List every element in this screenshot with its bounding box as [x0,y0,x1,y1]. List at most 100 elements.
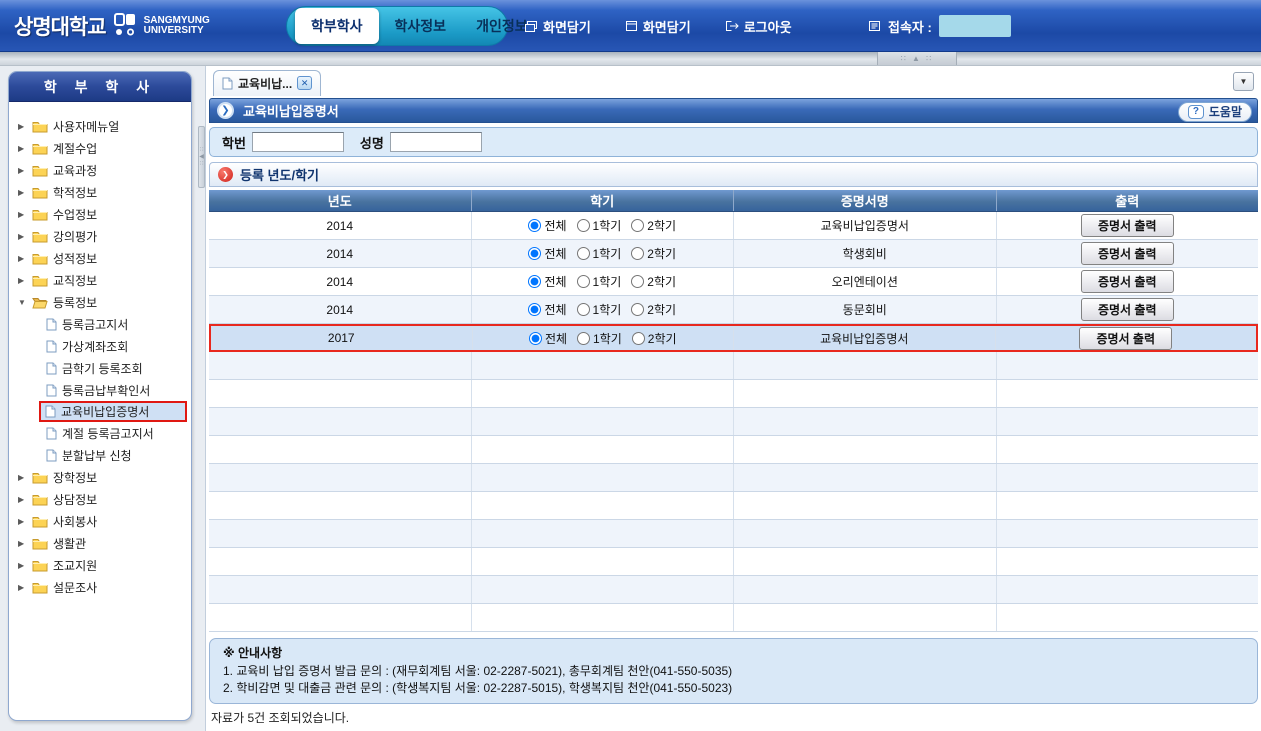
radio-sem1[interactable] [577,275,590,288]
tab-undergrad-affairs[interactable]: 학부학사 [295,8,379,44]
sidebar-item-label: 성적정보 [53,250,97,267]
university-name-en-line2: UNIVERSITY [144,26,210,36]
name-input[interactable] [390,132,482,152]
empty-cell [997,520,1259,547]
close-screen-button-1[interactable]: 화면담기 [524,17,591,36]
help-label: 도움말 [1209,103,1242,120]
sidebar-item-ta-support[interactable]: ▶ 조교지원 [18,554,187,576]
print-certificate-button[interactable]: 증명서 출력 [1079,327,1172,350]
empty-cell [209,408,472,435]
menu-installment-application[interactable]: 분할납부 신청 [42,444,187,466]
radio-all-label: 전체 [544,273,566,290]
radio-all[interactable] [528,303,541,316]
sidebar-item-lecture-eval[interactable]: ▶ 강의평가 [18,225,187,247]
sidebar-splitter[interactable]: ∷ ◀ ∷ [198,66,205,731]
print-certificate-button[interactable]: 증명서 출력 [1081,214,1174,237]
sidebar-item-survey[interactable]: ▶ 설문조사 [18,576,187,598]
tab-list-dropdown-button[interactable]: ▼ [1233,72,1254,91]
print-certificate-button[interactable]: 증명서 출력 [1081,242,1174,265]
splitter-handle[interactable]: ∷ ◀ ∷ [198,126,205,188]
menu-virtual-account[interactable]: 가상계좌조회 [42,335,187,357]
radio-all-label: 전체 [544,217,566,234]
sidebar-item-registration-info[interactable]: ▼ 등록정보 [18,291,187,313]
print-cell: 증명서 출력 [997,212,1259,239]
tree-collapsed-icon: ▶ [18,210,27,219]
tree-collapsed-icon: ▶ [18,561,27,570]
radio-sem1[interactable] [577,247,590,260]
radio-sem2[interactable] [632,332,645,345]
sidebar-item-course-info[interactable]: ▶ 수업정보 [18,203,187,225]
sidebar-item-volunteer[interactable]: ▶ 사회봉사 [18,510,187,532]
sidebar-item-scholarship[interactable]: ▶ 장학정보 [18,466,187,488]
chevron-circle-icon: ❯ [217,102,234,119]
radio-sem1[interactable] [577,303,590,316]
sidebar-item-dormitory[interactable]: ▶ 생활관 [18,532,187,554]
table-row-empty [209,604,1258,632]
radio-all[interactable] [529,332,542,345]
sidebar-item-curriculum[interactable]: ▶ 교육과정 [18,159,187,181]
table-row-selected[interactable]: 2017 전체 1학기 2학기 교육비납입증명서 증명서 출력 [209,324,1258,352]
banner-collapse-handle[interactable]: ∷ ▲ ∷ [877,52,957,65]
connected-user-label: 접속자 : [888,17,932,36]
sidebar-item-seasonal-class[interactable]: ▶ 계절수업 [18,137,187,159]
radio-sem1-label: 1학기 [593,273,622,290]
sidebar-item-label: 교육과정 [53,162,97,179]
radio-all[interactable] [528,219,541,232]
menu-education-payment-certificate[interactable]: 교육비납입증명서 [39,401,187,422]
logout-button[interactable]: 로그아웃 [725,17,792,36]
folder-icon [32,537,48,550]
sidebar-item-teaching-cert[interactable]: ▶ 교직정보 [18,269,187,291]
menu-tuition-bill[interactable]: 등록금고지서 [42,313,187,335]
tab-academic-info[interactable]: 학사정보 [381,8,461,44]
print-certificate-button[interactable]: 증명서 출력 [1081,270,1174,293]
radio-sem1-label: 1학기 [593,330,622,347]
close-screen-label-1: 화면담기 [543,17,591,36]
radio-sem1[interactable] [577,219,590,232]
sidebar-title: 학 부 학 사 [9,72,191,102]
sidebar-item-grades[interactable]: ▶ 성적정보 [18,247,187,269]
radio-sem2-label: 2학기 [647,217,676,234]
sidebar-item-academic-records[interactable]: ▶ 학적정보 [18,181,187,203]
semester-radio-group: 전체 1학기 2학기 [528,301,676,318]
empty-cell [209,604,472,631]
semester-cell: 전체 1학기 2학기 [473,326,735,350]
radio-sem2[interactable] [631,275,644,288]
folder-icon [32,471,48,484]
search-bar: 학번 성명 [209,127,1258,157]
year-cell: 2014 [209,268,472,295]
empty-cell [997,576,1259,603]
radio-sem2-label: 2학기 [648,330,677,347]
submenu-label: 분할납부 신청 [62,447,132,464]
student-id-input[interactable] [252,132,344,152]
section-header-year-semester: ❯ 등록 년도/학기 [209,162,1258,187]
tab-close-icon[interactable]: ✕ [297,76,312,90]
sidebar-item-counseling[interactable]: ▶ 상담정보 [18,488,187,510]
folder-icon [32,559,48,572]
folder-icon [32,186,48,199]
radio-all[interactable] [528,247,541,260]
tree-collapsed-icon: ▶ [18,517,27,526]
university-logo: 상명대학교 SANGMYUNG UNIVERSITY [14,11,210,41]
menu-current-semester-registration[interactable]: 금학기 등록조회 [42,357,187,379]
print-certificate-button[interactable]: 증명서 출력 [1081,298,1174,321]
radio-sem1[interactable] [577,332,590,345]
page-body: 학 부 학 사 ▶ 사용자메뉴얼 ▶ 계절수업 ▶ [0,66,1261,731]
tree-collapsed-icon: ▶ [18,166,27,175]
radio-sem2[interactable] [631,303,644,316]
main-content: 교육비납... ✕ ▼ ❯ 교육비납입증명서 ? 도움말 학번 성명 [205,66,1261,731]
content-tab[interactable]: 교육비납... ✕ [213,70,321,96]
radio-sem2[interactable] [631,219,644,232]
help-button[interactable]: ? 도움말 [1178,102,1252,122]
radio-sem2[interactable] [631,247,644,260]
col-header-certificate: 증명서명 [734,190,997,211]
notice-title: ※ 안내사항 [223,644,1244,661]
table-row-empty [209,464,1258,492]
sidebar-item-user-manual[interactable]: ▶ 사용자메뉴얼 [18,115,187,137]
radio-all[interactable] [528,275,541,288]
year-cell: 2017 [211,326,473,350]
menu-seasonal-tuition-bill[interactable]: 계절 등록금고지서 [42,422,187,444]
submenu-label: 등록금납부확인서 [62,382,150,399]
document-icon [46,362,57,375]
menu-tuition-payment-confirmation[interactable]: 등록금납부확인서 [42,379,187,401]
close-screen-button-2[interactable]: 화면담기 [625,17,691,36]
